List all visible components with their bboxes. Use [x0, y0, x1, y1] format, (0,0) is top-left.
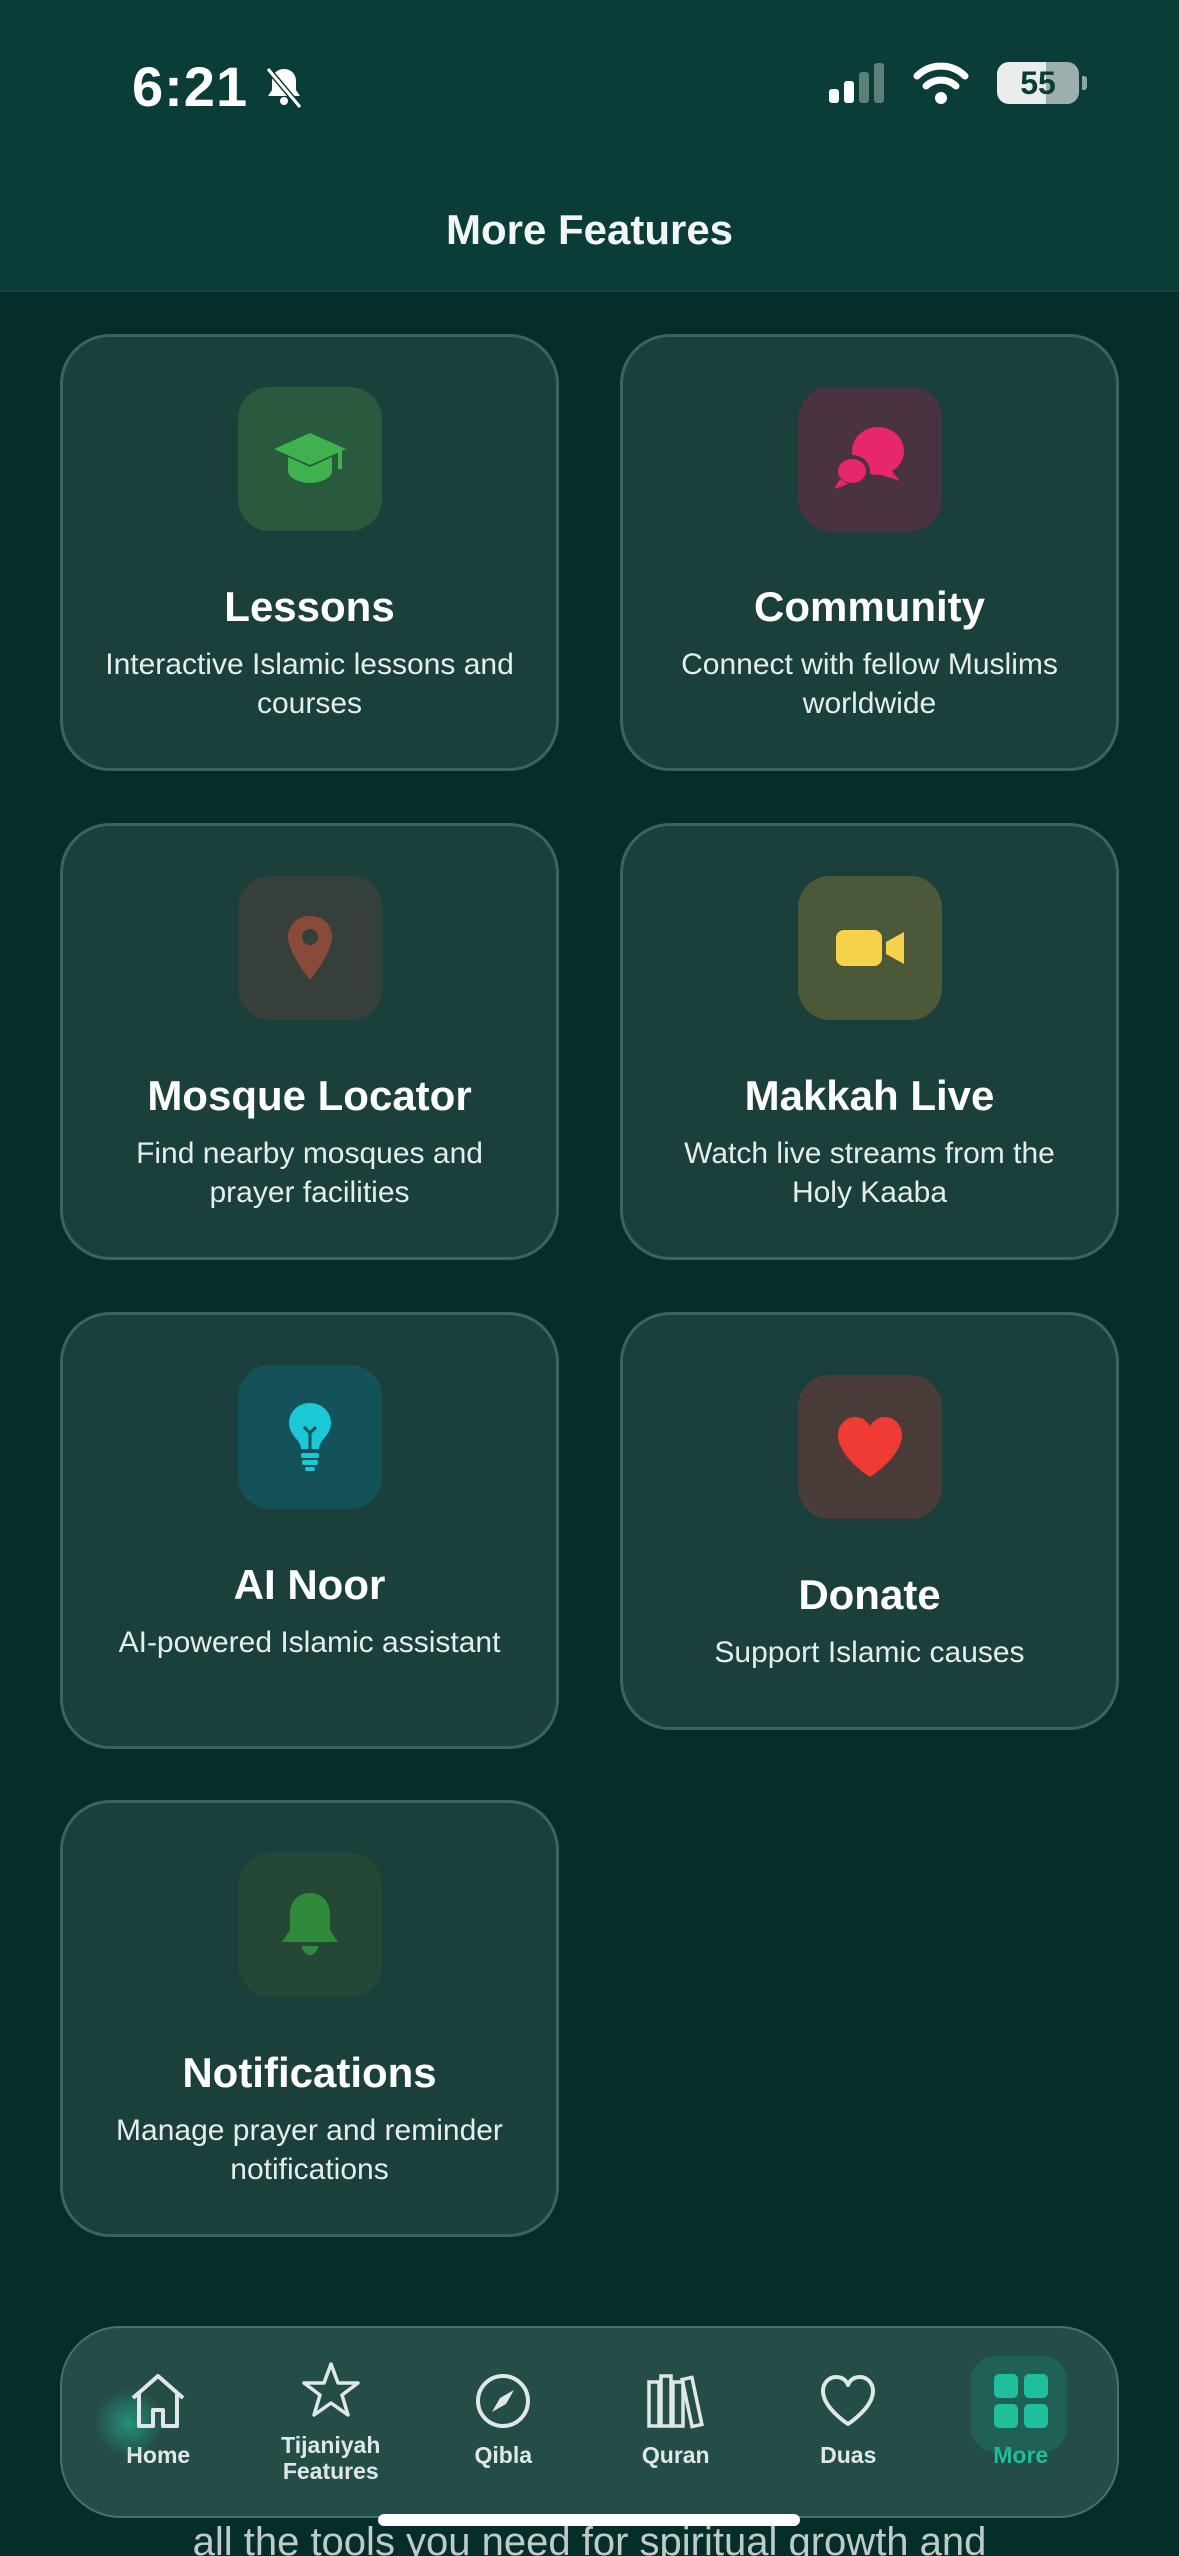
battery-indicator: 55: [997, 62, 1087, 104]
feature-card-lessons[interactable]: Lessons Interactive Islamic lessons and …: [60, 334, 559, 771]
bell-icon: [281, 1893, 338, 1955]
lessons-icon-tile: [237, 387, 382, 531]
community-icon-tile: [797, 387, 942, 531]
mosque-locator-icon-tile: [237, 876, 382, 1020]
card-title: Lessons: [224, 583, 395, 630]
tab-more[interactable]: More: [941, 2328, 1101, 2468]
feature-card-makkah-live[interactable]: Makkah Live Watch live streams from the …: [620, 823, 1119, 1260]
map-pin-icon: [287, 916, 332, 980]
compass-icon: [476, 2374, 531, 2428]
notifications-icon-tile: [237, 1853, 382, 1997]
card-description: Interactive Islamic lessons and courses: [105, 648, 514, 720]
wifi-icon: [913, 62, 969, 104]
status-time: 6:21: [132, 54, 308, 119]
home-indicator[interactable]: [378, 2514, 800, 2526]
card-description: Connect with fellow Muslims worldwide: [681, 648, 1058, 720]
card-title: Notifications: [182, 2049, 437, 2096]
bell-slash-icon: [265, 66, 303, 109]
chat-bubbles-icon: [833, 427, 904, 489]
tab-label: Duas: [820, 2442, 877, 2468]
card-title: AI Noor: [233, 1561, 386, 1608]
home-icon: [131, 2374, 185, 2428]
card-title: Makkah Live: [744, 1072, 995, 1119]
card-description: Support Islamic causes: [714, 1636, 1025, 1669]
card-title: Donate: [798, 1571, 941, 1618]
status-indicators: 55: [829, 62, 1087, 104]
tab-quran[interactable]: Quran: [596, 2328, 756, 2468]
makkah-live-icon-tile: [797, 876, 942, 1020]
star-icon: [302, 2362, 360, 2417]
heart-icon: [837, 1417, 902, 1477]
feature-card-donate[interactable]: Donate Support Islamic causes: [620, 1312, 1119, 1730]
lightbulb-icon: [288, 1403, 331, 1471]
tab-label: Tijaniyah Features: [281, 2432, 381, 2484]
card-description: Manage prayer and reminder notifications: [116, 2114, 503, 2186]
signal-icon: [829, 63, 884, 103]
tab-qibla[interactable]: Qibla: [423, 2328, 583, 2468]
tab-label: Qibla: [474, 2442, 532, 2468]
tab-duas[interactable]: Duas: [768, 2328, 928, 2468]
feature-card-community[interactable]: Community Connect with fellow Muslims wo…: [620, 334, 1119, 771]
status-time-text: 6:21: [132, 55, 249, 118]
video-camera-icon: [835, 930, 904, 966]
grid-icon: [993, 2374, 1048, 2428]
tab-home[interactable]: Home: [78, 2328, 238, 2468]
tab-label: Quran: [641, 2442, 710, 2468]
page-title: More Features: [445, 206, 734, 253]
card-title: Mosque Locator: [147, 1072, 472, 1119]
ai-noor-icon-tile: [237, 1365, 382, 1509]
graduation-cap-icon: [273, 433, 346, 483]
books-icon: [647, 2374, 704, 2429]
card-description: Find nearby mosques and prayer facilitie…: [136, 1137, 483, 1209]
battery-level: 55: [1020, 64, 1056, 101]
tab-tijaniyah-features[interactable]: Tijaniyah Features: [251, 2328, 411, 2484]
feature-card-mosque-locator[interactable]: Mosque Locator Find nearby mosques and p…: [60, 823, 559, 1260]
feature-card-ai-noor[interactable]: AI Noor AI-powered Islamic assistant: [60, 1312, 559, 1749]
card-description: Watch live streams from the Holy Kaaba: [684, 1137, 1055, 1209]
feature-card-notifications[interactable]: Notifications Manage prayer and reminder…: [60, 1800, 559, 2237]
donate-icon-tile: [797, 1375, 942, 1519]
header: 6:21 55 More Features: [0, 0, 1179, 292]
bottom-tab-bar: Home Tijaniyah Features Qibla Quran Duas: [60, 2326, 1119, 2518]
card-title: Community: [754, 583, 985, 630]
heart-outline-icon: [821, 2375, 876, 2426]
card-description: AI-powered Islamic assistant: [118, 1626, 501, 1659]
